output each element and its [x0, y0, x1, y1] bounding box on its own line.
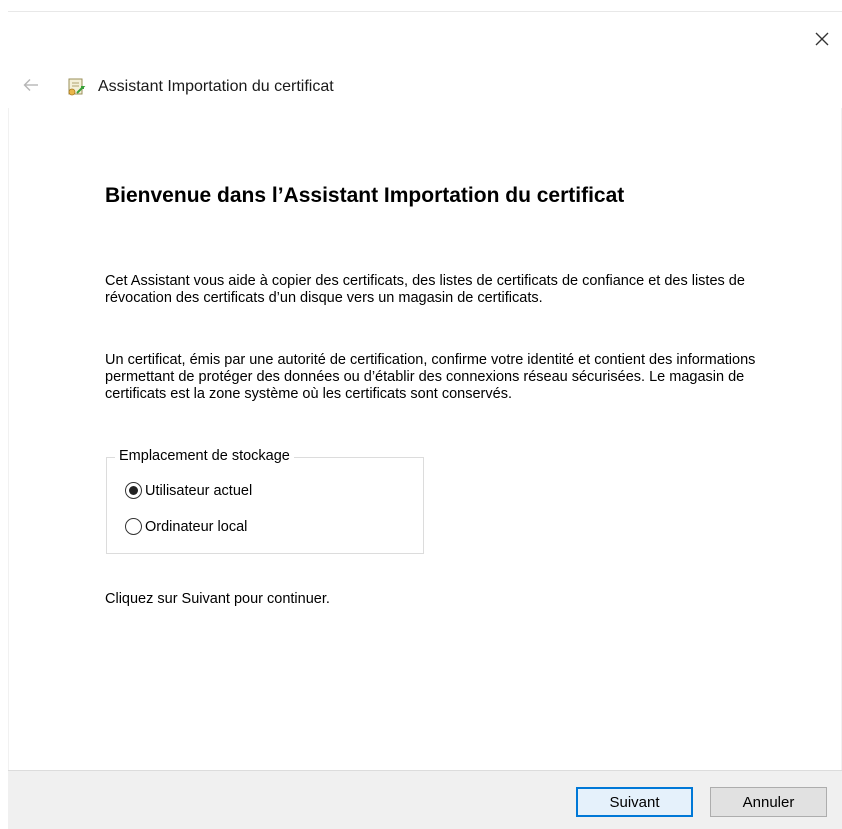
radio-label-current-user: Utilisateur actuel — [145, 482, 253, 499]
wizard-footer: Suivant Annuler — [8, 770, 842, 829]
radio-dot — [129, 486, 138, 495]
close-icon — [814, 31, 830, 52]
radio-label-local-machine: Ordinateur local — [145, 518, 248, 535]
certificate-wizard-icon — [64, 75, 88, 99]
intro-paragraph: Cet Assistant vous aide à copier des cer… — [105, 273, 745, 306]
certificate-import-wizard-window: Assistant Importation du certificat Bien… — [0, 0, 842, 829]
radio-current-user[interactable]: Utilisateur actuel — [125, 482, 252, 499]
window-top-edge — [8, 0, 842, 12]
back-arrow-icon — [23, 78, 39, 97]
storage-location-legend: Emplacement de stockage — [115, 448, 294, 464]
back-button[interactable] — [18, 74, 44, 100]
storage-location-group: Emplacement de stockage Utilisateur actu… — [106, 448, 424, 554]
radio-button-selected[interactable] — [125, 482, 142, 499]
wizard-content: Bienvenue dans l’Assistant Importation d… — [8, 108, 842, 770]
radio-local-machine[interactable]: Ordinateur local — [125, 518, 247, 535]
radio-button-unselected[interactable] — [125, 518, 142, 535]
wizard-titlebar: Assistant Importation du certificat — [18, 72, 334, 102]
cancel-button[interactable]: Annuler — [710, 787, 827, 817]
certificate-description-paragraph: Un certificat, émis par une autorité de … — [105, 352, 756, 402]
close-button[interactable] — [806, 26, 838, 56]
continue-instruction: Cliquez sur Suivant pour continuer. — [105, 591, 330, 607]
next-button[interactable]: Suivant — [576, 787, 693, 817]
page-heading: Bienvenue dans l’Assistant Importation d… — [105, 184, 625, 207]
wizard-title: Assistant Importation du certificat — [98, 78, 334, 95]
